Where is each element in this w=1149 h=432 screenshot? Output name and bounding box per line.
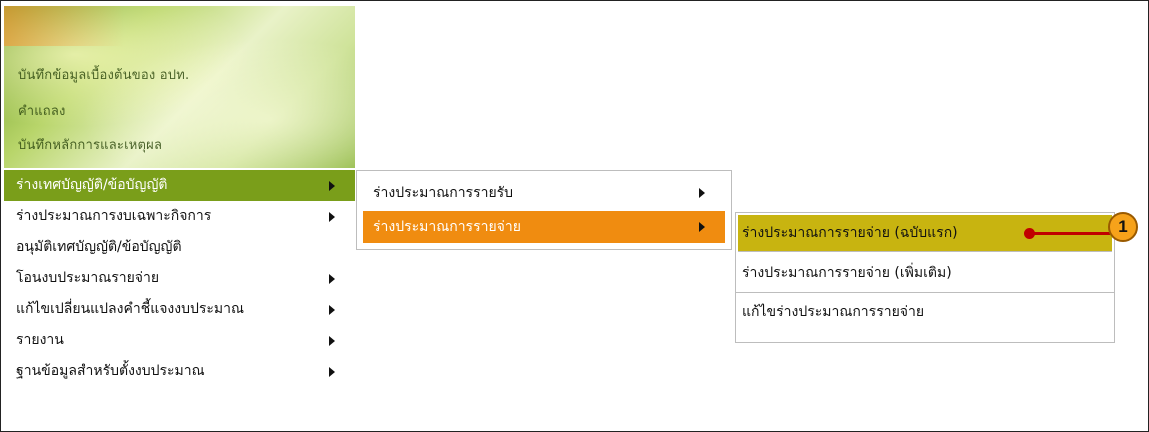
menu-item-label: อนุมัติเทศบัญญัติ/ข้อบัญญัติ — [16, 239, 182, 255]
submenu-item-expense-estimate[interactable]: ร่างประมาณการรายจ่าย — [363, 211, 725, 243]
main-menu: ร่างเทศบัญญัติ/ข้อบัญญัติ ร่างประมาณการง… — [4, 170, 355, 387]
banner-item-principles[interactable]: บันทึกหลักการและเหตุผล — [18, 134, 162, 155]
submenu-arrow-icon — [699, 222, 705, 232]
submenu-arrow-icon — [329, 181, 335, 191]
menu-item-draft-ordinance[interactable]: ร่างเทศบัญญัติ/ข้อบัญญัติ — [4, 170, 355, 201]
menu-item-label: แก้ไขเปลี่ยนแปลงคำชี้แจงงบประมาณ — [16, 301, 244, 317]
submenu-item-expense-additional[interactable]: ร่างประมาณการรายจ่าย (เพิ่มเติม) — [736, 254, 1114, 293]
menu-item-label: รายงาน — [16, 332, 64, 348]
submenu-arrow-icon — [699, 188, 705, 198]
menu-item-label: โอนงบประมาณรายจ่าย — [16, 270, 160, 286]
callout-pointer-dot — [1024, 228, 1035, 239]
submenu-arrow-icon — [329, 305, 335, 315]
submenu-arrow-icon — [329, 212, 335, 222]
banner-item-statement[interactable]: คำแถลง — [18, 100, 66, 121]
menu-item-label: ฐานข้อมูลสำหรับตั้งงบประมาณ — [16, 363, 205, 379]
menu-item-budget-database[interactable]: ฐานข้อมูลสำหรับตั้งงบประมาณ — [4, 356, 355, 387]
menu-item-label: ร่างประมาณการงบเฉพาะกิจการ — [16, 208, 212, 224]
menu-item-special-budget[interactable]: ร่างประมาณการงบเฉพาะกิจการ — [4, 201, 355, 232]
submenu-arrow-icon — [329, 336, 335, 346]
menu-item-reports[interactable]: รายงาน — [4, 325, 355, 356]
submenu-arrow-icon — [329, 367, 335, 377]
menu-item-approve-ordinance[interactable]: อนุมัติเทศบัญญัติ/ข้อบัญญัติ — [4, 232, 355, 263]
menu-item-transfer-budget[interactable]: โอนงบประมาณรายจ่าย — [4, 263, 355, 294]
banner-item-initial-data[interactable]: บันทึกข้อมูลเบื้องต้นของ อปท. — [18, 64, 189, 85]
submenu-item-label: ร่างประมาณการรายจ่าย — [373, 219, 521, 235]
banner-decoration — [4, 6, 124, 46]
callout-step-badge: 1 — [1108, 212, 1138, 242]
submenu-item-revenue-estimate[interactable]: ร่างประมาณการรายรับ — [357, 177, 731, 209]
submenu-item-label: ร่างประมาณการรายรับ — [373, 185, 514, 201]
submenu-level-2: ร่างประมาณการรายรับ ร่างประมาณการรายจ่าย — [356, 170, 732, 250]
menu-item-label: ร่างเทศบัญญัติ/ข้อบัญญัติ — [16, 177, 168, 193]
menu-header-banner: บันทึกข้อมูลเบื้องต้นของ อปท. คำแถลง บัน… — [4, 6, 355, 168]
menu-item-edit-budget-explanation[interactable]: แก้ไขเปลี่ยนแปลงคำชี้แจงงบประมาณ — [4, 294, 355, 325]
callout-pointer-line — [1030, 232, 1110, 235]
submenu-arrow-icon — [329, 274, 335, 284]
submenu-item-edit-expense[interactable]: แก้ไขร่างประมาณการรายจ่าย — [736, 293, 1114, 331]
